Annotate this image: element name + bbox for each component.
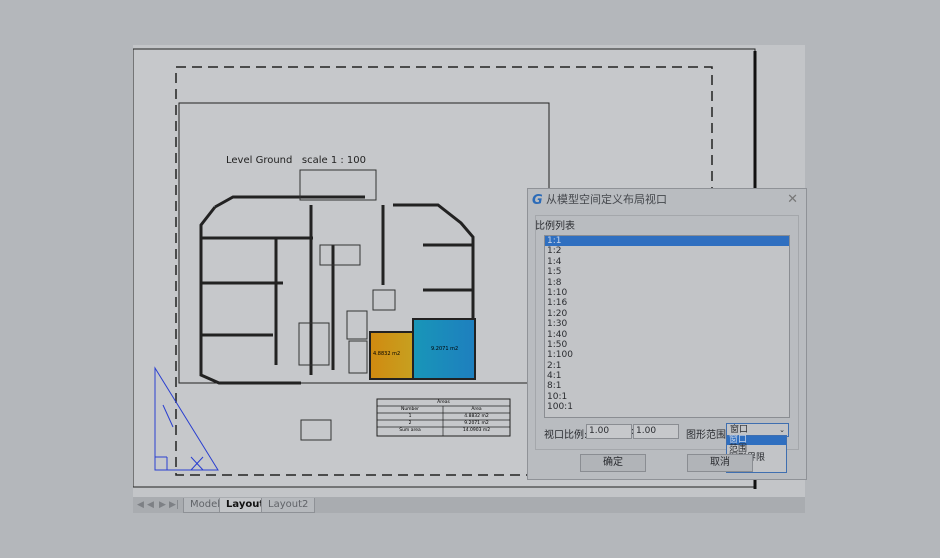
next-tab-icon[interactable]: ▶	[159, 500, 166, 510]
dialog-title: 从模型空间定义布局视口	[546, 193, 667, 206]
scale-option[interactable]: 1:8	[545, 278, 789, 288]
scale-option[interactable]: 8:1	[545, 381, 789, 391]
room-1-area: 4.8832 m2	[373, 351, 401, 357]
scale-a-input[interactable]: 1.00	[586, 424, 632, 439]
tab-layout2[interactable]: Layout2	[261, 498, 316, 513]
scale-option[interactable]: 1:2	[545, 246, 789, 256]
app-logo-icon: G	[532, 193, 543, 208]
scale-b-input[interactable]: 1.00	[633, 424, 679, 439]
scale-option[interactable]: 1:50	[545, 340, 789, 350]
layout-tabs: ◀ ◀ ▶ ▶| Model Layout1 Layout2	[133, 497, 805, 513]
scale-option[interactable]: 4:1	[545, 371, 789, 381]
scale-option[interactable]: 10:1	[545, 392, 789, 402]
scale-option[interactable]: 1:4	[545, 257, 789, 267]
scale-option[interactable]: 100:1	[545, 402, 789, 412]
table-row: Sum area 14.0903 m2	[399, 428, 491, 433]
scale-option[interactable]: 1:20	[545, 309, 789, 319]
scale-option[interactable]: 1:40	[545, 330, 789, 340]
viewport-scale-label: 视口比例:	[544, 430, 588, 441]
last-tab-icon[interactable]: ▶|	[169, 500, 179, 510]
table-row: 2 9.2071 m2	[408, 421, 489, 426]
extent-label: 图形范围	[686, 430, 726, 441]
cancel-button[interactable]: 取消	[687, 454, 753, 472]
first-tab-icon[interactable]: ◀	[137, 500, 144, 510]
define-viewport-dialog: 从模型空间定义布局视口 G ✕ 比例列表 1:1 1:2 1:4 1:5 1:8 1:10…	[527, 188, 807, 480]
scale-option[interactable]: 1:100	[545, 350, 789, 360]
scale-option[interactable]: 1:10	[545, 288, 789, 298]
ok-button[interactable]: 确定	[580, 454, 646, 472]
area-table: Areas Number Area 1 4.8832 m2 2 9.2071 m2 S…	[377, 399, 510, 434]
close-icon[interactable]: ✕	[787, 192, 798, 207]
scale-option[interactable]: 1:1	[545, 236, 789, 247]
room-2-area: 9.2071 m2	[431, 346, 459, 352]
scale-list[interactable]: 1:1 1:2 1:4 1:5 1:8 1:10 1:16 1:20 1:30 1:40 1:50 1…	[544, 235, 790, 418]
scale-option[interactable]: 2:1	[545, 361, 789, 371]
drawing-title: Level Ground scale 1 : 100	[226, 155, 367, 166]
scale-option[interactable]: 1:16	[545, 298, 789, 308]
scale-option[interactable]: 1:30	[545, 319, 789, 329]
scale-list-label: 比例列表	[535, 221, 575, 232]
extent-value: 窗口	[730, 425, 749, 435]
scale-option[interactable]: 1:5	[545, 267, 789, 277]
prev-tab-icon[interactable]: ◀	[147, 500, 154, 510]
table-row: 1 4.8832 m2	[408, 414, 489, 419]
